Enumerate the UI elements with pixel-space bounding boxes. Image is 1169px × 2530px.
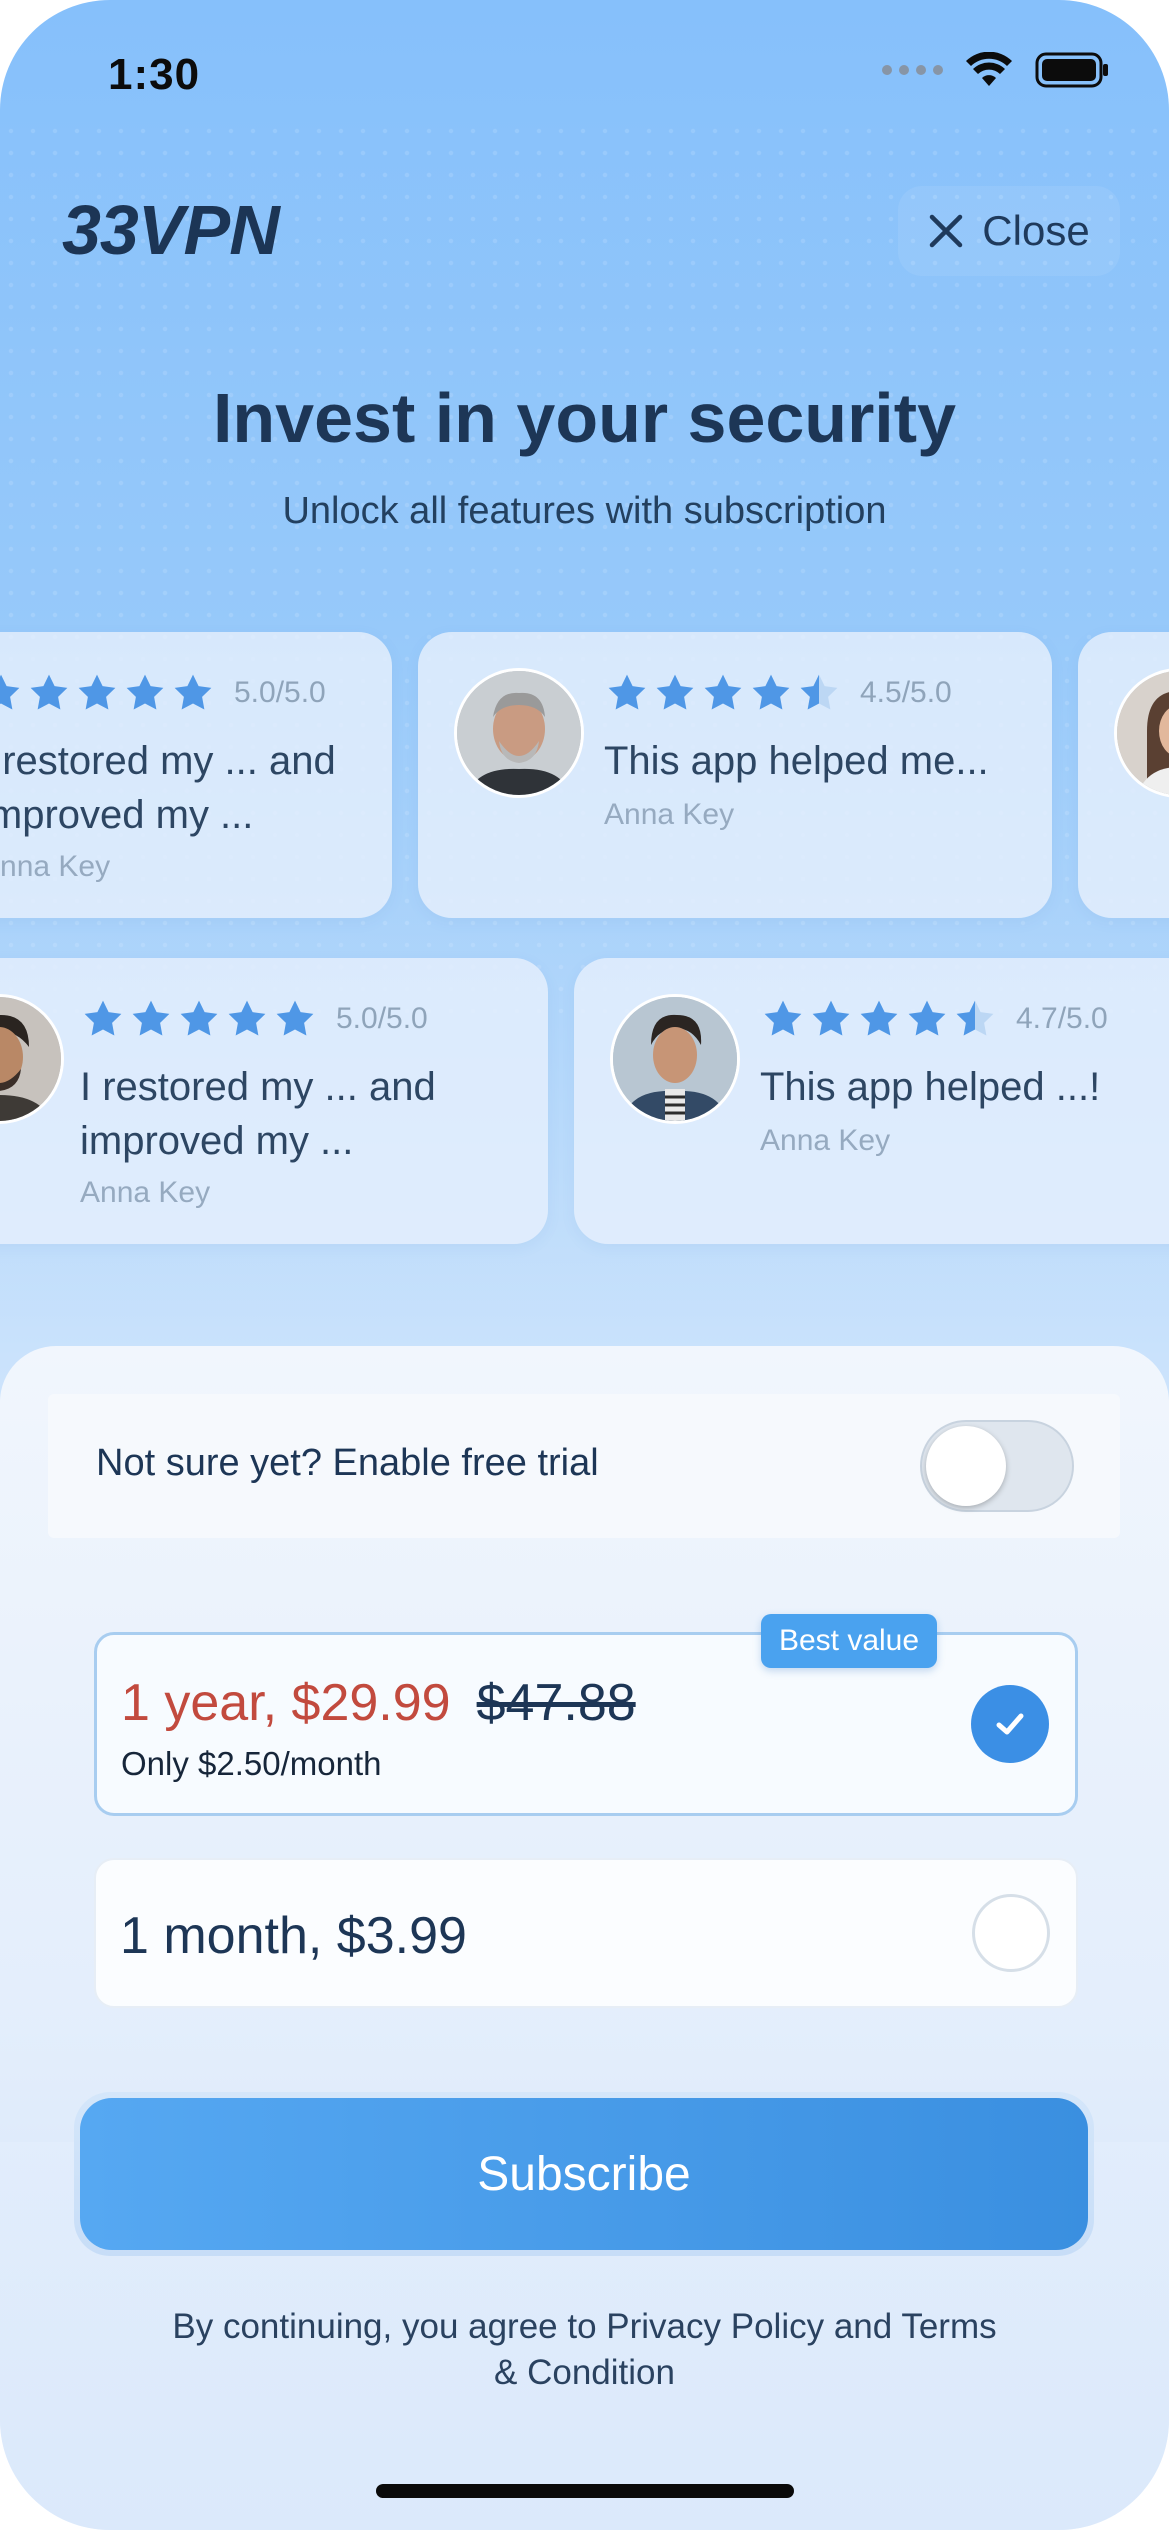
avatar bbox=[610, 994, 740, 1124]
star-icon bbox=[908, 1000, 946, 1036]
star-icon bbox=[228, 1000, 266, 1036]
rating-value: 4.5/5.0 bbox=[860, 676, 952, 709]
checkmark-icon bbox=[996, 1713, 1024, 1735]
rating-value: 4.7/5.0 bbox=[1016, 1002, 1108, 1035]
monthly-price: 1 month, $3.99 bbox=[120, 1907, 467, 1965]
status-time: 1:30 bbox=[108, 50, 201, 99]
star-icon bbox=[0, 674, 20, 710]
close-button[interactable]: Close bbox=[898, 186, 1120, 276]
star-icon bbox=[812, 1000, 850, 1036]
home-indicator bbox=[376, 2484, 794, 2498]
star-icon bbox=[752, 674, 790, 710]
review-card: 5.0/5.0 I restored my ... and improved m… bbox=[0, 958, 548, 1244]
yearly-price: 1 year, $29.99 $47.88 bbox=[121, 1673, 636, 1733]
yearly-radio-checked[interactable] bbox=[971, 1685, 1049, 1763]
subscribe-label: Subscribe bbox=[80, 2098, 1088, 2250]
review-text: I restored my ... and improved my ... bbox=[80, 1065, 436, 1163]
monthly-radio[interactable] bbox=[972, 1894, 1050, 1972]
toggle-knob bbox=[926, 1426, 1006, 1506]
star-icon bbox=[30, 674, 68, 710]
wifi-icon bbox=[966, 52, 1012, 86]
free-trial-toggle[interactable] bbox=[920, 1420, 1074, 1512]
cellular-signal-icon bbox=[882, 65, 943, 75]
star-icon bbox=[78, 674, 116, 710]
star-icon bbox=[84, 1000, 122, 1036]
review-card: 5.0/5.0 I restored my ... and improved m… bbox=[0, 632, 392, 918]
star-icon bbox=[180, 1000, 218, 1036]
close-label: Close bbox=[982, 207, 1090, 254]
star-rating: 5.0/5.0 bbox=[0, 672, 326, 714]
yearly-per-month: Only $2.50/month bbox=[121, 1745, 382, 1782]
star-rating: 5.0/5.0 bbox=[82, 998, 428, 1040]
legal-line-2: & Condition bbox=[494, 2353, 675, 2392]
reviewer-name: Anna Key bbox=[760, 1124, 891, 1157]
star-icon bbox=[764, 1000, 802, 1036]
review-card bbox=[1078, 632, 1169, 918]
paywall-screen: 1:30 33VPN Close Invest in your security… bbox=[0, 0, 1169, 2530]
avatar bbox=[1114, 668, 1169, 798]
page-title: Invest in your security bbox=[212, 379, 957, 457]
legal-line-1: By continuing, you agree to Privacy Poli… bbox=[172, 2307, 997, 2346]
review-text: This app helped me... bbox=[604, 739, 989, 783]
subscribe-button[interactable]: Subscribe bbox=[74, 2092, 1094, 2256]
review-card: 4.5/5.0 This app helped me... Anna Key bbox=[418, 632, 1052, 918]
star-icon bbox=[608, 674, 646, 710]
legal-text: By continuing, you agree to Privacy Poli… bbox=[0, 2304, 1169, 2396]
star-icon bbox=[704, 674, 742, 710]
star-icon bbox=[132, 1000, 170, 1036]
star-rating: 4.5/5.0 bbox=[606, 672, 952, 714]
app-logo: 33VPN bbox=[62, 191, 280, 269]
yearly-old-price: $47.88 bbox=[476, 1674, 636, 1732]
star-icon bbox=[656, 674, 694, 710]
page-subtitle: Unlock all features with subscription bbox=[282, 490, 887, 532]
battery-icon bbox=[1035, 52, 1108, 88]
half-star-icon bbox=[956, 1000, 994, 1036]
star-icon bbox=[276, 1000, 314, 1036]
reviewer-name: Anna Key bbox=[0, 850, 111, 883]
star-icon bbox=[174, 674, 212, 710]
close-icon bbox=[930, 214, 963, 248]
star-icon bbox=[860, 1000, 898, 1036]
review-text: This app helped ...! bbox=[760, 1065, 1101, 1109]
rating-value: 5.0/5.0 bbox=[336, 1002, 428, 1035]
plan-option-monthly[interactable]: 1 month, $3.99 bbox=[94, 1858, 1078, 2008]
yearly-price-label: 1 year, $29.99 bbox=[121, 1674, 451, 1732]
star-icon bbox=[126, 674, 164, 710]
free-trial-label: Not sure yet? Enable free trial bbox=[96, 1442, 599, 1484]
free-trial-row: Not sure yet? Enable free trial bbox=[48, 1394, 1120, 1538]
half-star-icon bbox=[800, 674, 838, 710]
status-icons bbox=[882, 52, 1109, 88]
rating-value: 5.0/5.0 bbox=[234, 676, 326, 709]
reviewer-name: Anna Key bbox=[604, 798, 735, 831]
review-text: I restored my ... and improved my ... bbox=[0, 739, 336, 837]
avatar bbox=[454, 668, 584, 798]
best-value-badge: Best value bbox=[761, 1614, 937, 1668]
review-card: 4.7/5.0 This app helped ...! Anna Key bbox=[574, 958, 1169, 1244]
avatar bbox=[0, 994, 64, 1124]
star-rating: 4.7/5.0 bbox=[762, 998, 1108, 1040]
reviewer-name: Anna Key bbox=[80, 1176, 211, 1209]
